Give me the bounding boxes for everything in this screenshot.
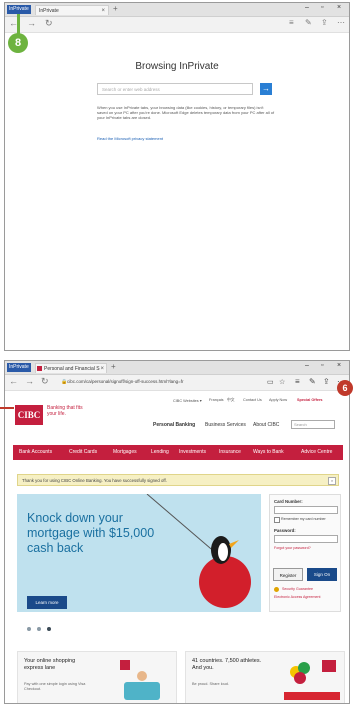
site-search-input[interactable]: Search	[291, 420, 335, 429]
promo-card-olympics[interactable]: 41 countries. 7,500 athletes. And you. B…	[185, 651, 345, 703]
tab-close-icon[interactable]: ×	[101, 6, 105, 16]
close-notice-icon[interactable]: ×	[328, 477, 336, 485]
promo-card-shopping[interactable]: Your online shopping express lane Pay wi…	[17, 651, 177, 703]
card-number-input[interactable]	[274, 506, 338, 514]
cibc-logo[interactable]: CIBC	[15, 405, 43, 425]
carousel-dot[interactable]	[37, 627, 41, 631]
top-link-chinese[interactable]: 中文	[227, 398, 235, 403]
forward-icon[interactable]: →	[27, 18, 36, 28]
remember-label: Remember my card number	[281, 517, 326, 521]
sign-on-button[interactable]: Sign On	[307, 568, 337, 581]
register-button[interactable]: Register	[273, 568, 303, 581]
nav-bar: ← → ↻ 🔒 cibc.com/ca/personal/signoff/sig…	[5, 375, 349, 391]
learn-more-button[interactable]: Learn more	[27, 596, 67, 609]
minimize-button[interactable]: –	[305, 4, 309, 11]
access-agreement-link[interactable]: Electronic Access Agreement	[274, 595, 321, 599]
page-title: Browsing InPrivate	[135, 61, 219, 72]
forward-icon[interactable]: →	[25, 376, 34, 386]
signon-panel: Card Number: Remember my card number Pas…	[269, 494, 341, 612]
reading-list-icon[interactable]: ≡	[289, 18, 294, 27]
menu-investments[interactable]: Investments	[179, 445, 206, 460]
reading-view-icon[interactable]: ▭	[267, 378, 274, 386]
note-icon[interactable]: ✎	[305, 18, 312, 27]
top-link-contact[interactable]: Contact Us	[243, 398, 262, 402]
inprivate-badge: InPrivate	[7, 363, 31, 372]
remember-checkbox[interactable]	[274, 517, 280, 523]
top-link-apply[interactable]: Apply Now	[269, 398, 287, 402]
note-icon[interactable]: ✎	[309, 377, 316, 386]
inprivate-description: When you use InPrivate tabs, your browsi…	[97, 105, 275, 121]
browser-window-inprivate: InPrivate InPrivate × + – ▫ × ← → ↻ ≡ ✎ …	[4, 2, 350, 351]
forgot-password-link[interactable]: Forgot your password?	[274, 546, 311, 550]
hero-headline: Knock down your mortgage with $15,000 ca…	[27, 511, 155, 555]
menu-credit-cards[interactable]: Credit Cards	[69, 445, 97, 460]
step-callout-6: 6	[337, 380, 353, 396]
search-go-button[interactable]: →	[260, 83, 272, 95]
tab-close-icon[interactable]: ×	[100, 364, 104, 374]
maximize-button[interactable]: ▫	[321, 362, 323, 369]
menu-advice-centre[interactable]: Advice Centre	[301, 445, 332, 460]
minimize-button[interactable]: –	[305, 362, 309, 369]
address-bar[interactable]: cibc.com/ca/personal/signoff/sign-off-su…	[67, 377, 287, 387]
search-input[interactable]: Search or enter web address	[97, 83, 253, 95]
privacy-statement-link[interactable]: Read the Microsoft privacy statement	[97, 136, 163, 141]
refresh-icon[interactable]: ↻	[41, 376, 49, 387]
callout-arrow	[0, 407, 14, 409]
step-callout-8: 8	[8, 33, 28, 53]
menu-insurance[interactable]: Insurance	[219, 445, 241, 460]
promo-subtitle: Pay with one simple login using Visa Che…	[24, 682, 86, 691]
menu-lending[interactable]: Lending	[151, 445, 169, 460]
card-number-label: Card Number:	[274, 499, 303, 504]
favorite-star-icon[interactable]: ☆	[279, 378, 285, 386]
menu-bank-accounts[interactable]: Bank Accounts	[19, 445, 52, 460]
nav-personal-banking[interactable]: Personal Banking	[153, 422, 195, 428]
main-menu: Bank Accounts Credit Cards Mortgages Len…	[13, 445, 343, 460]
tab-inprivate[interactable]: InPrivate ×	[35, 5, 109, 15]
close-window-button[interactable]: ×	[337, 362, 341, 369]
notice-text: Thank you for using CIBC Online Banking.…	[22, 478, 167, 483]
tab-cibc[interactable]: Personal and Financial S ×	[35, 363, 107, 373]
tab-bar: InPrivate Personal and Financial S × + –…	[5, 361, 349, 375]
password-input[interactable]	[274, 535, 338, 543]
callout-line	[17, 14, 20, 34]
inprivate-badge: InPrivate	[7, 5, 31, 14]
cibc-tagline: Banking that fits your life.	[47, 405, 83, 417]
browser-window-cibc: InPrivate Personal and Financial S × + –…	[4, 360, 350, 704]
new-tab-button[interactable]: +	[113, 4, 118, 13]
menu-mortgages[interactable]: Mortgages	[113, 445, 137, 460]
signoff-notice: Thank you for using CIBC Online Banking.…	[17, 474, 339, 486]
maximize-button[interactable]: ▫	[321, 4, 323, 11]
promo-subtitle: Be proud. Share loud.	[192, 682, 229, 686]
tab-label: InPrivate	[39, 8, 59, 14]
top-link-francais[interactable]: Français	[209, 398, 224, 402]
nav-bar: ← → ↻ ≡ ✎ ⇪ ⋯	[5, 17, 349, 33]
share-icon[interactable]: ⇪	[323, 377, 330, 386]
games-logo-illustration	[284, 660, 340, 700]
carousel-dot-active[interactable]	[47, 627, 51, 631]
new-tab-button[interactable]: +	[111, 362, 116, 371]
more-icon[interactable]: ⋯	[337, 18, 345, 27]
carousel-dot[interactable]	[27, 627, 31, 631]
password-label: Password:	[274, 528, 296, 533]
back-icon[interactable]: ←	[9, 376, 18, 386]
security-guarantee-link[interactable]: Security Guarantee	[282, 587, 313, 591]
favicon-icon	[37, 366, 42, 371]
nav-about-cibc[interactable]: About CIBC	[253, 422, 279, 428]
top-link-websites[interactable]: CIBC Websites ▾	[173, 398, 202, 403]
share-icon[interactable]: ⇪	[321, 18, 328, 27]
nav-business-services[interactable]: Business Services	[205, 422, 246, 428]
tab-label: Personal and Financial S	[44, 366, 100, 372]
hub-icon[interactable]: ≡	[295, 377, 300, 386]
promo-title: 41 countries. 7,500 athletes. And you.	[192, 658, 262, 671]
shopping-illustration	[120, 660, 160, 700]
tab-bar: InPrivate InPrivate × + – ▫ ×	[5, 3, 349, 17]
refresh-icon[interactable]: ↻	[45, 18, 53, 29]
close-window-button[interactable]: ×	[337, 4, 341, 11]
menu-ways-to-bank[interactable]: Ways to Bank	[253, 445, 284, 460]
top-link-special-offers[interactable]: Special Offers	[297, 398, 323, 402]
security-icon	[274, 587, 279, 592]
promo-title: Your online shopping express lane	[24, 658, 76, 671]
